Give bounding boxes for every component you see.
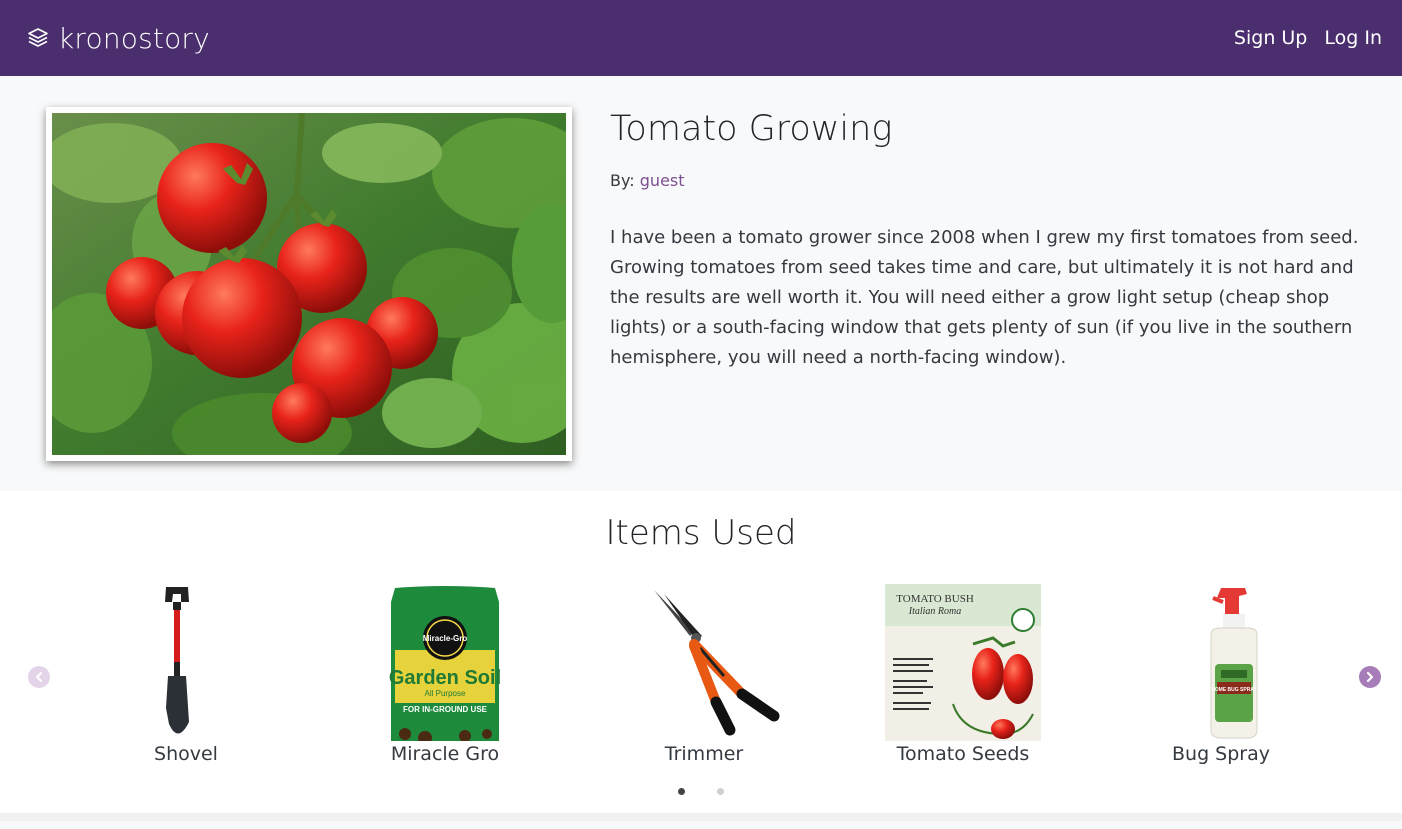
story-section: Tomato Growing By: guest I have been a t…: [0, 76, 1402, 491]
item-label-bug-spray: Bug Spray: [1172, 743, 1270, 765]
items-carousel: Shovel Miracle-Gro Garden Soil All Purpo…: [0, 584, 1402, 795]
section-divider: [0, 813, 1402, 821]
item-card-bug-spray[interactable]: HOME BUG SPRAY Bug Spray: [1111, 584, 1331, 765]
item-label-tomato-seeds: Tomato Seeds: [896, 743, 1030, 765]
seed-packet-variety: Italian Roma: [908, 606, 962, 617]
story-text: I have been a tomato grower since 2008 w…: [610, 227, 1359, 368]
brand-logo-link[interactable]: kronostory: [26, 22, 210, 55]
sign-up-link[interactable]: Sign Up: [1234, 27, 1307, 49]
items-used-title: Items Used: [605, 513, 797, 553]
layers-icon: [28, 28, 48, 47]
items-used-section: Items Used Shovel Miracle-Gro Garden Soi…: [0, 491, 1402, 821]
story-body: Tomato Growing By: guest I have been a t…: [610, 107, 1370, 491]
item-card-shovel[interactable]: Shovel: [76, 584, 296, 765]
item-card-miracle-gro[interactable]: Miracle-Gro Garden Soil All Purpose FOR …: [335, 584, 555, 765]
carousel-prev-button[interactable]: [28, 666, 50, 688]
miracle-gro-use: FOR IN-GROUND USE: [403, 705, 488, 714]
seed-packet-name: TOMATO BUSH: [896, 593, 974, 605]
item-card-trimmer[interactable]: Trimmer: [594, 584, 814, 765]
miracle-gro-subtitle: All Purpose: [425, 689, 466, 698]
story-image-frame: [46, 107, 572, 461]
carousel-dot-2[interactable]: [717, 788, 724, 795]
story-title: Tomato Growing: [610, 109, 893, 149]
item-label-shovel: Shovel: [154, 743, 218, 765]
item-label-trimmer: Trimmer: [664, 743, 744, 765]
byline: By: guest: [610, 171, 1370, 190]
item-card-tomato-seeds[interactable]: TOMATO BUSH Italian Roma Tomato Seeds: [853, 584, 1073, 765]
log-in-link[interactable]: Log In: [1324, 27, 1382, 49]
chevron-left-icon: [35, 671, 43, 683]
carousel-next-button[interactable]: [1359, 666, 1381, 688]
brand-name: kronostory: [58, 21, 210, 55]
carousel-dot-1[interactable]: [678, 788, 685, 795]
chevron-right-icon: [1366, 671, 1374, 683]
bug-spray-bottle-image: HOME BUG SPRAY: [1210, 588, 1258, 739]
miracle-gro-brand: Miracle-Gro: [423, 634, 468, 643]
bug-spray-product-label: HOME BUG SPRAY: [1211, 687, 1257, 693]
author-link[interactable]: guest: [640, 171, 685, 190]
top-navbar: kronostory Sign Up Log In: [0, 0, 1402, 76]
miracle-gro-bag-image: Miracle-Gro Garden Soil All Purpose FOR …: [389, 586, 501, 741]
tomato-plant-image: [52, 113, 566, 455]
tomato-seed-packet-image: TOMATO BUSH Italian Roma: [885, 584, 1041, 741]
miracle-gro-product: Garden Soil: [389, 667, 501, 689]
item-label-miracle-gro: Miracle Gro: [390, 743, 500, 765]
shovel-image: [165, 587, 189, 734]
byline-label: By:: [610, 171, 635, 190]
carousel-pagination: [0, 788, 1402, 795]
hedge-trimmer-image: [654, 590, 780, 736]
nav-links: Sign Up Log In: [1234, 27, 1382, 49]
